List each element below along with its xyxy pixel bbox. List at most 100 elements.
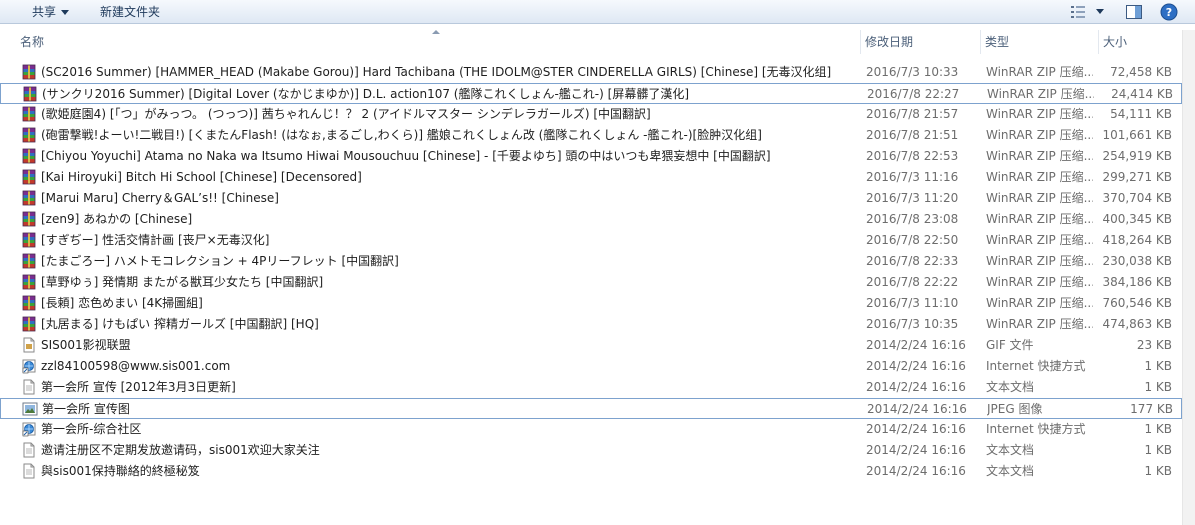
- file-row[interactable]: 第一会所 宣传图 2014/2/24 16:16 JPEG 图像 177 KB: [0, 398, 1182, 419]
- file-row[interactable]: [草野ゆぅ] 発情期 またがる獣耳少女たち [中国翻訳] 2016/7/8 22:…: [0, 272, 1182, 293]
- file-name: [zen9] あねかの [Chinese]: [41, 212, 193, 226]
- file-size: 254,919 KB: [1102, 149, 1172, 163]
- file-date-modified: 2016/7/8 22:33: [866, 254, 959, 268]
- share-button[interactable]: 共享: [32, 4, 70, 20]
- gif-file-icon: [21, 337, 37, 353]
- view-options-icon[interactable]: [1068, 3, 1088, 21]
- file-row[interactable]: (砲雷撃戦!よーい!二戦目!) [くまたんFlash! (はなぉ,まるごし,わく…: [0, 125, 1182, 146]
- file-row[interactable]: [すぎぢー] 性活交情計画 [丧尸×无毒汉化] 2016/7/8 22:50 Win…: [0, 230, 1182, 251]
- file-size: 384,186 KB: [1102, 275, 1172, 289]
- chevron-down-icon: [61, 10, 70, 15]
- column-header-date[interactable]: 修改日期: [860, 30, 980, 54]
- file-row[interactable]: [Marui Maru] Cherry＆GAL’s!! [Chinese] 201…: [0, 188, 1182, 209]
- jpeg-image-icon: [22, 401, 38, 417]
- file-row[interactable]: [zen9] あねかの [Chinese] 2016/7/8 23:08 WinRA…: [0, 209, 1182, 230]
- file-date-modified: 2014/2/24 16:16: [866, 422, 966, 436]
- file-size: 418,264 KB: [1102, 233, 1172, 247]
- file-name: 第一会所 宣传图: [42, 402, 130, 416]
- text-document-icon: [21, 442, 37, 458]
- file-type: WinRAR ZIP 压缩...: [986, 254, 1093, 268]
- file-name: [Marui Maru] Cherry＆GAL’s!! [Chinese]: [41, 191, 279, 205]
- file-date-modified: 2016/7/8 23:08: [866, 212, 959, 226]
- file-row[interactable]: [Kai Hiroyuki] Bitch Hi School [Chinese]…: [0, 167, 1182, 188]
- winrar-archive-icon: [21, 316, 37, 332]
- file-row[interactable]: [Chiyou Yoyuchi] Atama no Naka wa Itsumo…: [0, 146, 1182, 167]
- file-type: WinRAR ZIP 压缩...: [986, 191, 1093, 205]
- file-date-modified: 2016/7/3 11:20: [866, 191, 959, 205]
- file-size: 400,345 KB: [1102, 212, 1172, 226]
- view-dropdown-arrow-icon[interactable]: [1096, 9, 1104, 14]
- file-date-modified: 2016/7/3 10:33: [866, 65, 959, 79]
- file-name: (歌姫庭園4) [「つ」がみっつ。 (つっつ)] 茜ちゃれんじ！？ 2 (アイド…: [41, 107, 651, 121]
- winrar-archive-icon: [21, 127, 37, 143]
- file-date-modified: 2014/2/24 16:16: [866, 380, 966, 394]
- file-size: 760,546 KB: [1102, 296, 1172, 310]
- file-date-modified: 2016/7/8 21:57: [866, 107, 959, 121]
- file-date-modified: 2016/7/8 22:50: [866, 233, 959, 247]
- command-bar: 共享 新建文件夹 ?: [0, 0, 1195, 24]
- file-row[interactable]: 與sis001保持聯絡的終極秘笈 2014/2/24 16:16 文本文档 1 KB: [0, 461, 1182, 482]
- file-type: 文本文档: [986, 380, 1035, 394]
- file-list: (SC2016 Summer) [HAMMER_HEAD (Makabe Gor…: [0, 62, 1182, 482]
- file-row[interactable]: SIS001影视联盟 2014/2/24 16:16 GIF 文件 23 KB: [0, 335, 1182, 356]
- file-name: [すぎぢー] 性活交情計画 [丧尸×无毒汉化]: [41, 233, 270, 247]
- file-date-modified: 2016/7/3 11:16: [866, 170, 959, 184]
- file-type: 文本文档: [986, 443, 1035, 457]
- file-size: 299,271 KB: [1102, 170, 1172, 184]
- winrar-archive-icon: [21, 169, 37, 185]
- file-name: [Chiyou Yoyuchi] Atama no Naka wa Itsumo…: [41, 149, 771, 163]
- file-row[interactable]: zzl84100598@www.sis001.com 2014/2/24 16:1…: [0, 356, 1182, 377]
- help-icon[interactable]: ?: [1160, 3, 1178, 21]
- winrar-archive-icon: [21, 253, 37, 269]
- file-size: 474,863 KB: [1102, 317, 1172, 331]
- file-row[interactable]: [たまごろー] ハメトモコレクション + 4Pリーフレット [中国翻訳] 2016…: [0, 251, 1182, 272]
- file-name: 第一会所-综合社区: [41, 422, 142, 436]
- file-type: WinRAR ZIP 压缩...: [986, 128, 1093, 142]
- file-row[interactable]: 第一会所 宣传 [2012年3月3日更新] 2014/2/24 16:16 文本文档…: [0, 377, 1182, 398]
- vertical-scrollbar[interactable]: [1182, 30, 1195, 525]
- file-row[interactable]: (サンクリ2016 Summer) [Digital Lover (なかじまゆか…: [0, 83, 1182, 104]
- file-name: [長頼] 恋色めまい [4K掃圖組]: [41, 296, 203, 310]
- winrar-archive-icon: [21, 106, 37, 122]
- file-size: 72,458 KB: [1110, 65, 1172, 79]
- file-type: WinRAR ZIP 压缩...: [987, 87, 1094, 101]
- file-row[interactable]: [丸居まる] けもぱい 搾精ガールズ [中国翻訳] [HQ] 2016/7/3 1…: [0, 314, 1182, 335]
- file-row[interactable]: 邀请注册区不定期发放邀请码，sis001欢迎大家关注 2014/2/24 16:1…: [0, 440, 1182, 461]
- file-size: 230,038 KB: [1102, 254, 1172, 268]
- file-size: 370,704 KB: [1102, 191, 1172, 205]
- file-name: [たまごろー] ハメトモコレクション + 4Pリーフレット [中国翻訳]: [41, 254, 399, 268]
- file-size: 23 KB: [1136, 338, 1172, 352]
- file-type: WinRAR ZIP 压缩...: [986, 275, 1093, 289]
- file-size: 101,661 KB: [1102, 128, 1172, 142]
- column-header-type[interactable]: 类型: [980, 30, 1098, 54]
- file-row[interactable]: (歌姫庭園4) [「つ」がみっつ。 (つっつ)] 茜ちゃれんじ！？ 2 (アイド…: [0, 104, 1182, 125]
- winrar-archive-icon: [21, 211, 37, 227]
- file-date-modified: 2014/2/24 16:16: [866, 359, 966, 373]
- file-date-modified: 2014/2/24 16:16: [866, 464, 966, 478]
- winrar-archive-icon: [21, 148, 37, 164]
- file-name: [草野ゆぅ] 発情期 またがる獣耳少女たち [中国翻訳]: [41, 275, 324, 289]
- file-row[interactable]: [長頼] 恋色めまい [4K掃圖組] 2016/7/3 11:10 WinRAR Z…: [0, 293, 1182, 314]
- file-size: 54,111 KB: [1110, 107, 1172, 121]
- file-name: [Kai Hiroyuki] Bitch Hi School [Chinese]…: [41, 170, 362, 184]
- file-row[interactable]: (SC2016 Summer) [HAMMER_HEAD (Makabe Gor…: [0, 62, 1182, 83]
- file-name: (SC2016 Summer) [HAMMER_HEAD (Makabe Gor…: [41, 65, 832, 79]
- file-name: zzl84100598@www.sis001.com: [41, 359, 231, 373]
- file-name: 第一会所 宣传 [2012年3月3日更新]: [41, 380, 236, 394]
- file-date-modified: 2016/7/8 21:51: [866, 128, 959, 142]
- column-header-size[interactable]: 大小: [1098, 30, 1182, 54]
- text-document-icon: [21, 379, 37, 395]
- file-date-modified: 2014/2/24 16:16: [867, 402, 967, 416]
- file-size: 1 KB: [1144, 422, 1172, 436]
- file-date-modified: 2014/2/24 16:16: [866, 443, 966, 457]
- file-row[interactable]: 第一会所-综合社区 2014/2/24 16:16 Internet 快捷方式 1 K…: [0, 419, 1182, 440]
- file-date-modified: 2014/2/24 16:16: [866, 338, 966, 352]
- preview-pane-icon[interactable]: [1125, 3, 1143, 21]
- file-date-modified: 2016/7/8 22:22: [866, 275, 959, 289]
- file-type: JPEG 图像: [987, 402, 1043, 416]
- file-name: SIS001影视联盟: [41, 338, 131, 352]
- file-date-modified: 2016/7/3 10:35: [866, 317, 959, 331]
- file-size: 1 KB: [1144, 359, 1172, 373]
- new-folder-button[interactable]: 新建文件夹: [100, 4, 160, 20]
- file-type: WinRAR ZIP 压缩...: [986, 107, 1093, 121]
